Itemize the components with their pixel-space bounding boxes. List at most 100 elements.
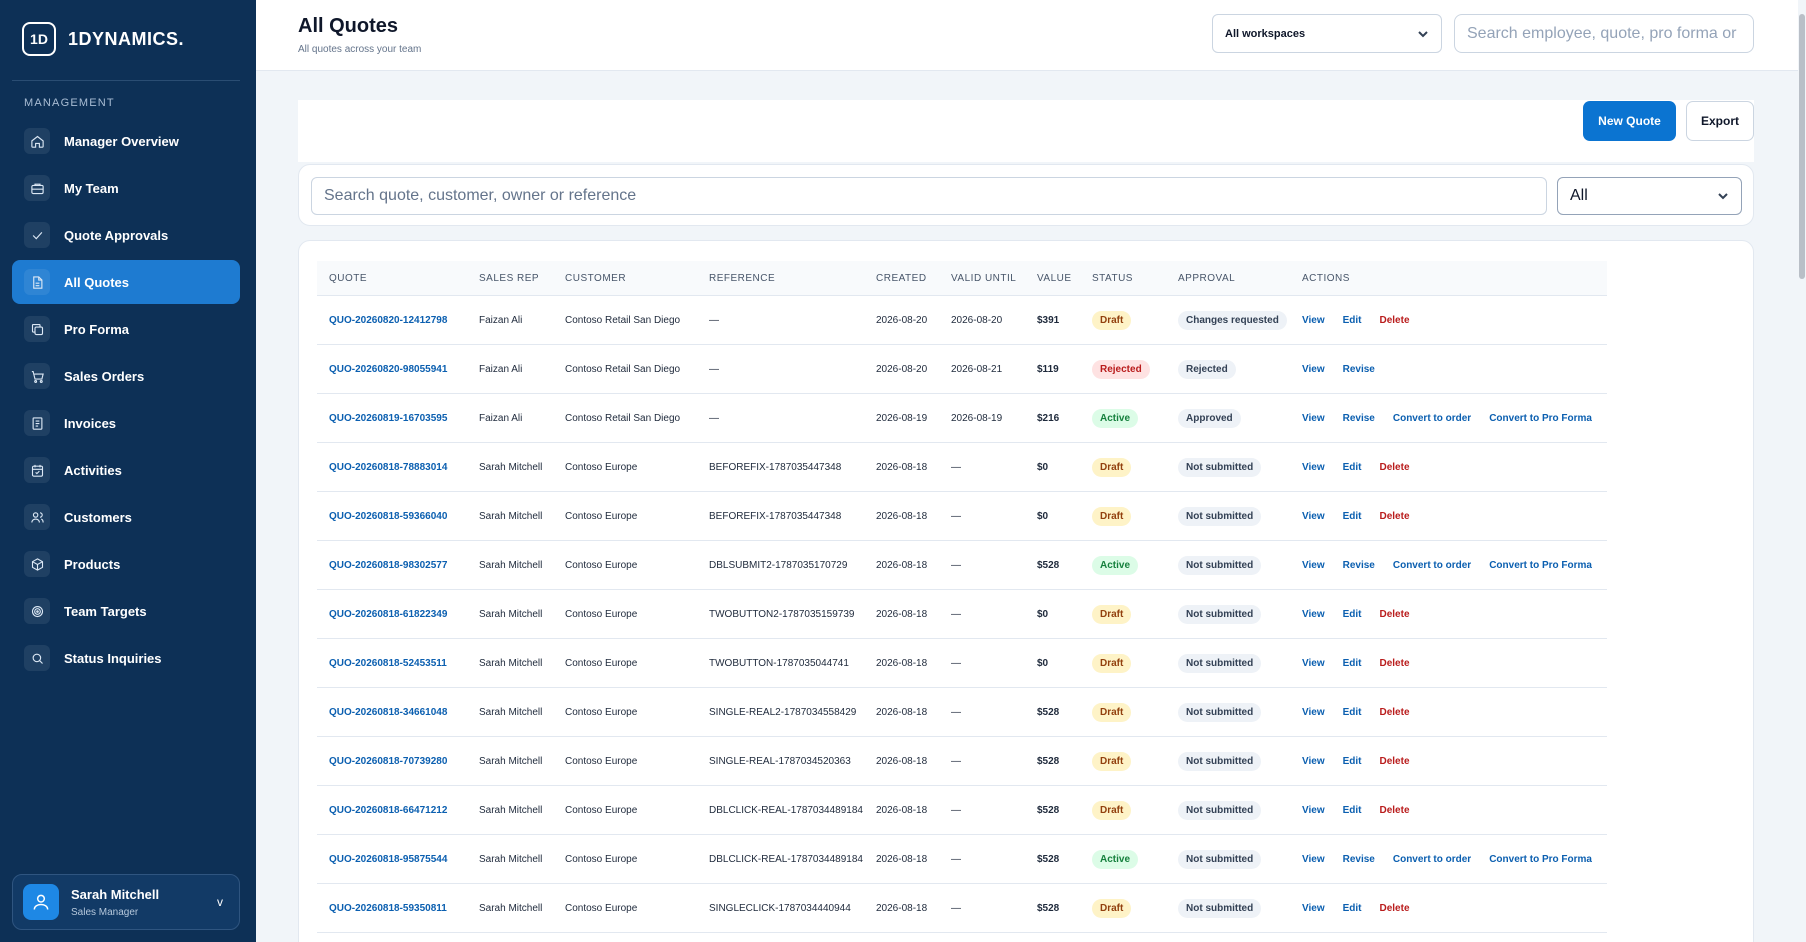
edit-action[interactable]: Edit (1343, 658, 1362, 669)
sales-rep-cell: Sarah Mitchell (479, 510, 543, 522)
brand-logo[interactable]: 1D 1DYNAMICS. (22, 22, 184, 56)
revise-action[interactable]: Revise (1343, 560, 1375, 571)
approval-badge: Not submitted (1178, 457, 1262, 477)
global-search-input[interactable]: Search employee, quote, pro forma or (1454, 14, 1754, 53)
row-actions: View Edit Delete (1290, 511, 1607, 522)
sidebar-item-quote-approvals[interactable]: Quote Approvals (12, 213, 240, 257)
status-filter-select[interactable]: All (1557, 177, 1742, 215)
delete-action[interactable]: Delete (1380, 756, 1410, 767)
convert-to-pro-forma-action[interactable]: Convert to Pro Forma (1489, 854, 1592, 865)
quote-link[interactable]: QUO-20260818-98302577 (329, 560, 447, 571)
sales-rep-cell: Sarah Mitchell (479, 853, 543, 865)
sidebar-item-manager-overview[interactable]: Manager Overview (12, 119, 240, 163)
quote-link[interactable]: QUO-20260820-12412798 (329, 315, 447, 326)
revise-action[interactable]: Revise (1343, 413, 1375, 424)
view-action[interactable]: View (1302, 609, 1325, 620)
scrollbar-thumb[interactable] (1799, 14, 1805, 279)
sidebar-item-activities[interactable]: Activities (12, 448, 240, 492)
calendar-icon (24, 457, 50, 483)
delete-action[interactable]: Delete (1380, 315, 1410, 326)
quote-link[interactable]: QUO-20260818-59350811 (329, 903, 447, 914)
sidebar-item-my-team[interactable]: My Team (12, 166, 240, 210)
quote-link[interactable]: QUO-20260818-70739280 (329, 756, 447, 767)
column-header-created: CREATED (876, 272, 927, 284)
quote-link[interactable]: QUO-20260819-16703595 (329, 413, 447, 424)
workspace-select[interactable]: All workspaces (1212, 14, 1442, 53)
row-actions: View Revise Convert to order Convert to Pro… (1290, 854, 1607, 865)
export-button[interactable]: Export (1686, 101, 1754, 141)
sidebar-item-invoices[interactable]: Invoices (12, 401, 240, 445)
delete-action[interactable]: Delete (1380, 903, 1410, 914)
sidebar-item-status-inquiries[interactable]: Status Inquiries (12, 636, 240, 680)
sidebar-item-label: Sales Orders (64, 368, 145, 384)
revise-action[interactable]: Revise (1343, 364, 1375, 375)
quote-link[interactable]: QUO-20260818-59366040 (329, 511, 447, 522)
quote-link[interactable]: QUO-20260818-52453511 (329, 658, 447, 669)
sidebar-item-products[interactable]: Products (12, 542, 240, 586)
delete-action[interactable]: Delete (1380, 609, 1410, 620)
customer-cell: Contoso Europe (565, 559, 638, 571)
sidebar-item-all-quotes[interactable]: All Quotes (12, 260, 240, 304)
valid-until-cell: — (951, 706, 961, 718)
sidebar-item-label: Customers (64, 509, 132, 525)
value-cell: $0 (1037, 461, 1049, 473)
view-action[interactable]: View (1302, 903, 1325, 914)
chevron-down-icon[interactable]: v (217, 895, 223, 909)
view-action[interactable]: View (1302, 462, 1325, 473)
quote-link[interactable]: QUO-20260818-95875544 (329, 854, 447, 865)
quote-link[interactable]: QUO-20260818-61822349 (329, 609, 447, 620)
quote-link[interactable]: QUO-20260820-98055941 (329, 364, 447, 375)
view-action[interactable]: View (1302, 560, 1325, 571)
view-action[interactable]: View (1302, 707, 1325, 718)
customer-cell: Contoso Europe (565, 755, 638, 767)
view-action[interactable]: View (1302, 364, 1325, 375)
view-action[interactable]: View (1302, 756, 1325, 767)
delete-action[interactable]: Delete (1380, 511, 1410, 522)
document-icon (24, 269, 50, 295)
convert-to-pro-forma-action[interactable]: Convert to Pro Forma (1489, 560, 1592, 571)
view-action[interactable]: View (1302, 658, 1325, 669)
convert-to-order-action[interactable]: Convert to order (1393, 560, 1471, 571)
view-action[interactable]: View (1302, 413, 1325, 424)
edit-action[interactable]: Edit (1343, 511, 1362, 522)
delete-action[interactable]: Delete (1380, 658, 1410, 669)
convert-to-order-action[interactable]: Convert to order (1393, 854, 1471, 865)
new-quote-button[interactable]: New Quote (1583, 101, 1676, 141)
page-scrollbar[interactable] (1798, 0, 1806, 942)
table-row: QUO-20260818-70739280 Sarah Mitchell Conto… (317, 737, 1607, 786)
revise-action[interactable]: Revise (1343, 854, 1375, 865)
sales-rep-cell: Faizan Ali (479, 314, 523, 326)
quote-link[interactable]: QUO-20260818-78883014 (329, 462, 447, 473)
delete-action[interactable]: Delete (1380, 462, 1410, 473)
sidebar-item-pro-forma[interactable]: Pro Forma (12, 307, 240, 351)
column-header-reference: REFERENCE (709, 272, 776, 284)
convert-to-pro-forma-action[interactable]: Convert to Pro Forma (1489, 413, 1592, 424)
view-action[interactable]: View (1302, 854, 1325, 865)
delete-action[interactable]: Delete (1380, 805, 1410, 816)
edit-action[interactable]: Edit (1343, 707, 1362, 718)
quote-search-input[interactable]: Search quote, customer, owner or referen… (311, 177, 1547, 215)
row-actions: View Edit Delete (1290, 756, 1607, 767)
quote-link[interactable]: QUO-20260818-34661048 (329, 707, 447, 718)
sidebar-item-customers[interactable]: Customers (12, 495, 240, 539)
edit-action[interactable]: Edit (1343, 756, 1362, 767)
table-row: QUO-20260818-95875544 Sarah Mitchell Conto… (317, 835, 1607, 884)
avatar (23, 884, 59, 920)
edit-action[interactable]: Edit (1343, 462, 1362, 473)
value-cell: $0 (1037, 608, 1049, 620)
user-menu[interactable]: Sarah Mitchell Sales Manager v (12, 874, 240, 930)
sidebar-item-team-targets[interactable]: Team Targets (12, 589, 240, 633)
sidebar-item-sales-orders[interactable]: Sales Orders (12, 354, 240, 398)
value-cell: $528 (1037, 902, 1060, 914)
view-action[interactable]: View (1302, 315, 1325, 326)
convert-to-order-action[interactable]: Convert to order (1393, 413, 1471, 424)
valid-until-cell: — (951, 755, 961, 767)
edit-action[interactable]: Edit (1343, 315, 1362, 326)
edit-action[interactable]: Edit (1343, 805, 1362, 816)
view-action[interactable]: View (1302, 805, 1325, 816)
edit-action[interactable]: Edit (1343, 903, 1362, 914)
quote-link[interactable]: QUO-20260818-66471212 (329, 805, 447, 816)
edit-action[interactable]: Edit (1343, 609, 1362, 620)
view-action[interactable]: View (1302, 511, 1325, 522)
delete-action[interactable]: Delete (1380, 707, 1410, 718)
